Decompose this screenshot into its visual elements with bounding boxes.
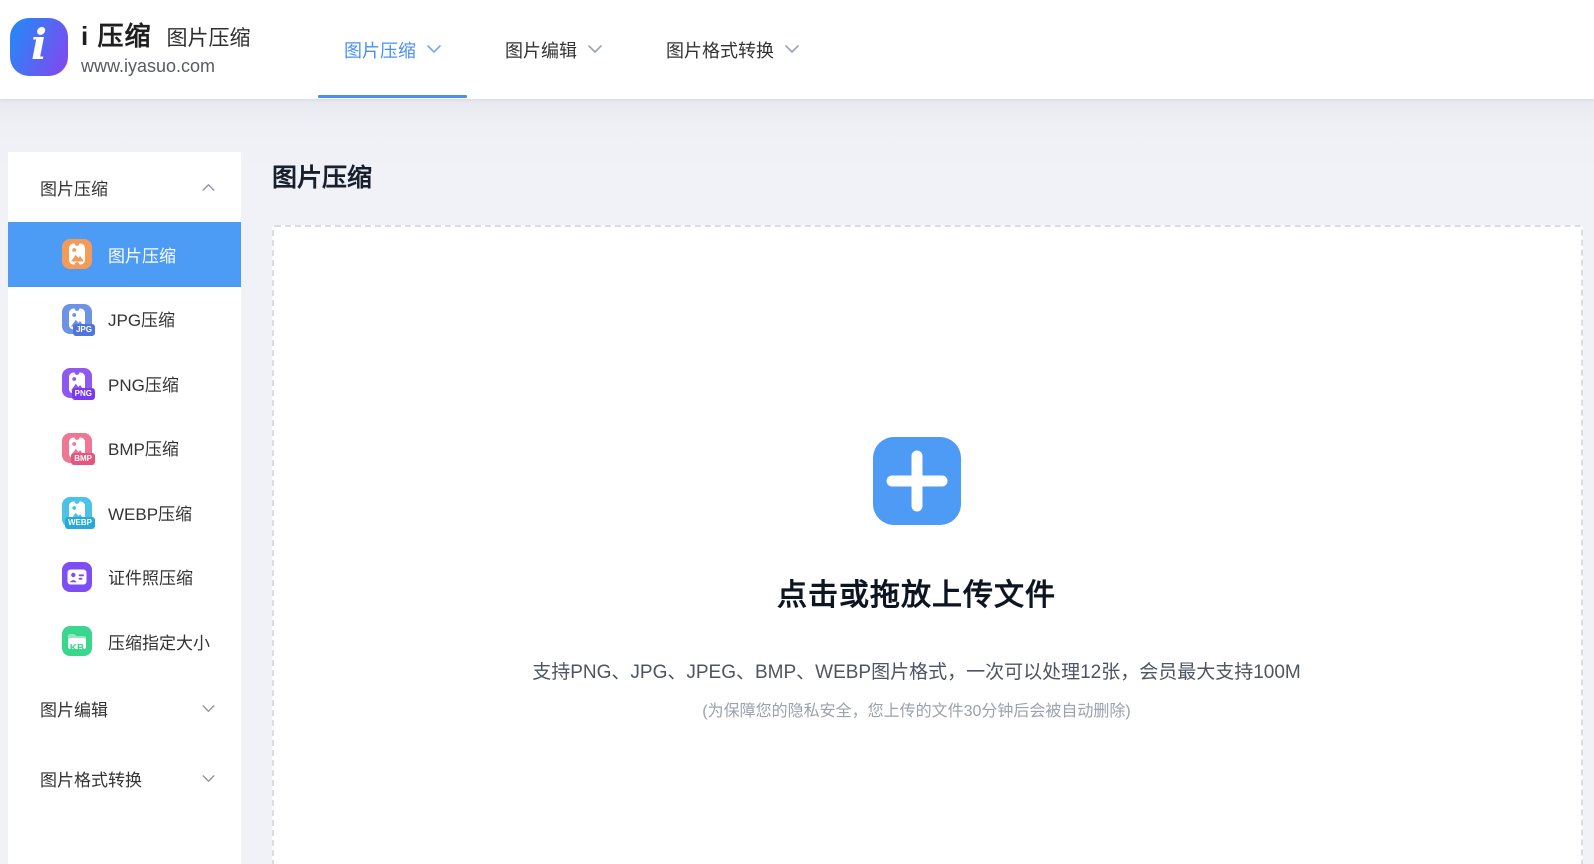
logo-icon: i <box>10 18 68 76</box>
chevron-down-icon <box>202 705 215 713</box>
brand-url: www.iyasuo.com <box>81 56 250 77</box>
section-label: 图片格式转换 <box>40 766 142 791</box>
png-compress-icon: PNG <box>62 368 92 398</box>
kb-size-icon: KB <box>62 626 92 656</box>
header: i i 压缩 图片压缩 www.iyasuo.com 图片压缩 图片编辑 图片格… <box>0 0 1594 99</box>
sidebar-item-png-compress[interactable]: PNG PNG压缩 <box>8 351 241 416</box>
image-compress-icon <box>62 239 92 269</box>
tab-image-compress[interactable]: 图片压缩 <box>318 0 467 99</box>
section-label: 图片编辑 <box>40 696 108 721</box>
chevron-down-icon <box>588 45 602 54</box>
webp-compress-icon: WEBP <box>62 497 92 527</box>
sidebar-item-label: WEBP压缩 <box>108 500 192 525</box>
chevron-down-icon <box>785 45 799 54</box>
sidebar-section-image-compress[interactable]: 图片压缩 <box>8 152 241 222</box>
add-files-button[interactable] <box>873 437 961 525</box>
page-title: 图片压缩 <box>272 158 372 194</box>
brand-tagline: 图片压缩 <box>166 22 250 52</box>
upload-privacy-note: (为保障您的隐私安全，您上传的文件30分钟后会被自动删除) <box>274 697 1559 721</box>
sidebar-item-id-photo-compress[interactable]: 证件照压缩 <box>8 545 241 610</box>
tab-label: 图片压缩 <box>344 37 416 63</box>
chevron-up-icon <box>202 183 215 191</box>
chevron-down-icon <box>427 45 441 54</box>
sidebar-item-label: PNG压缩 <box>108 371 179 396</box>
chevron-down-icon <box>202 775 215 783</box>
sidebar-item-label: 压缩指定大小 <box>108 629 210 654</box>
sidebar-item-bmp-compress[interactable]: BMP BMP压缩 <box>8 416 241 481</box>
tab-label: 图片格式转换 <box>666 37 774 63</box>
tab-format-convert[interactable]: 图片格式转换 <box>640 0 825 99</box>
sidebar-item-label: BMP压缩 <box>108 435 179 460</box>
format-badge: PNG <box>72 388 95 400</box>
main-nav: 图片压缩 图片编辑 图片格式转换 <box>318 0 837 99</box>
brand-logo[interactable]: i i 压缩 图片压缩 www.iyasuo.com <box>10 16 250 77</box>
format-badge: WEBP <box>65 517 95 529</box>
plus-icon <box>873 437 961 525</box>
bmp-compress-icon: BMP <box>62 433 92 463</box>
section-label: 图片压缩 <box>40 175 108 200</box>
sidebar-item-label: 图片压缩 <box>108 242 176 267</box>
brand-name: i 压缩 <box>81 16 151 53</box>
tab-image-edit[interactable]: 图片编辑 <box>479 0 628 99</box>
sidebar-item-webp-compress[interactable]: WEBP WEBP压缩 <box>8 480 241 545</box>
format-badge: JPG <box>73 324 95 336</box>
format-badge: BMP <box>71 453 95 465</box>
sidebar-item-compress-to-size[interactable]: KB 压缩指定大小 <box>8 609 241 674</box>
kb-badge: KB <box>70 644 84 654</box>
upload-headline: 点击或拖放上传文件 <box>274 570 1559 614</box>
jpg-compress-icon: JPG <box>62 304 92 334</box>
sidebar-section-image-edit[interactable]: 图片编辑 <box>8 674 241 744</box>
sidebar-item-jpg-compress[interactable]: JPG JPG压缩 <box>8 287 241 352</box>
upload-formats-note: 支持PNG、JPG、JPEG、BMP、WEBP图片格式，一次可以处理12张，会员… <box>274 657 1559 684</box>
tab-label: 图片编辑 <box>505 37 577 63</box>
upload-dropzone[interactable]: 点击或拖放上传文件 支持PNG、JPG、JPEG、BMP、WEBP图片格式，一次… <box>272 225 1583 864</box>
sidebar-item-image-compress[interactable]: 图片压缩 <box>8 222 241 287</box>
sidebar-item-label: JPG压缩 <box>108 306 175 331</box>
sidebar-section-format-convert[interactable]: 图片格式转换 <box>8 744 241 814</box>
brand-text: i 压缩 图片压缩 www.iyasuo.com <box>81 16 250 77</box>
id-photo-icon <box>62 562 92 592</box>
sidebar-item-label: 证件照压缩 <box>108 564 193 589</box>
sidebar: 图片压缩 图片压缩 <box>8 152 241 864</box>
